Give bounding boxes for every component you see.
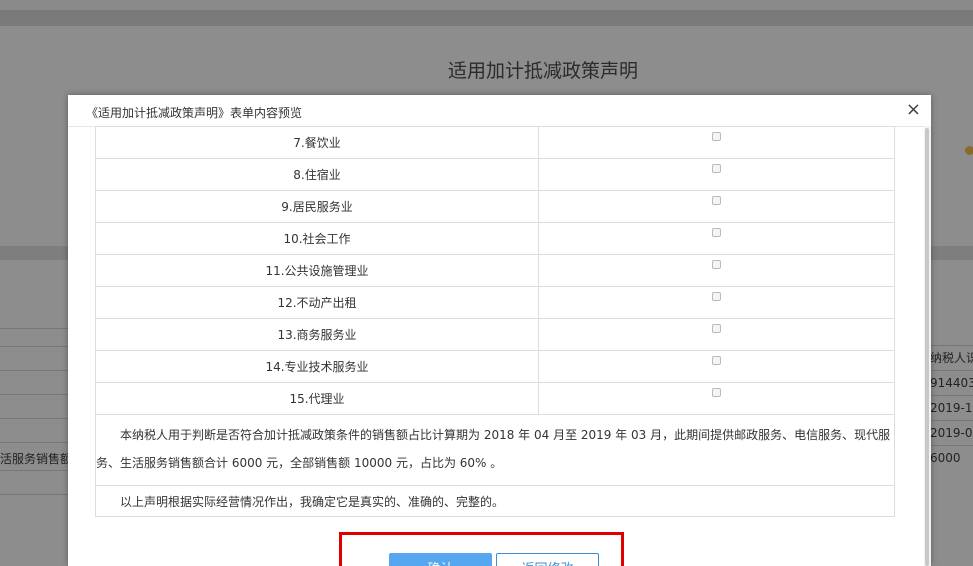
bg-top-strip <box>0 0 973 10</box>
bg-header-band <box>0 10 973 26</box>
industry-name: 7.餐饮业 <box>95 126 539 159</box>
industry-checkbox-cell <box>538 190 895 223</box>
industry-row: 9.居民服务业 <box>95 190 895 223</box>
industry-checkbox[interactable] <box>712 227 721 237</box>
industry-checkbox-cell <box>538 158 895 191</box>
close-icon[interactable]: × <box>906 100 921 120</box>
industry-checkbox[interactable] <box>712 291 721 301</box>
bg-right-cell: 9144030000 <box>930 370 973 395</box>
industry-checkbox-cell <box>538 318 895 351</box>
industry-checkbox-cell <box>538 222 895 255</box>
industry-name: 9.居民服务业 <box>95 190 539 223</box>
industry-checkbox[interactable] <box>712 323 721 333</box>
industry-checkbox[interactable] <box>712 355 721 365</box>
modal-header: 《适用加计抵减政策声明》表单内容预览 × <box>68 95 931 127</box>
industry-row: 14.专业技术服务业 <box>95 350 895 383</box>
page-title: 适用加计抵减政策声明 <box>448 60 639 82</box>
industry-checkbox-cell <box>538 382 895 415</box>
industry-name: 11.公共设施管理业 <box>95 254 539 287</box>
preview-modal: 《适用加计抵减政策声明》表单内容预览 × 7.餐饮业 8.住宿业 9.居民服务业 10… <box>68 95 931 566</box>
industry-checkbox-cell <box>538 286 895 319</box>
confirm-button[interactable]: 确认 <box>389 553 492 566</box>
industry-row: 15.代理业 <box>95 382 895 415</box>
bg-right-cell: 2019-03 <box>930 420 973 445</box>
bg-indicator-dot <box>965 146 973 155</box>
modal-body: 7.餐饮业 8.住宿业 9.居民服务业 10.社会工作 11.公共设施管理业 12.不动产… <box>68 126 931 566</box>
confirmation-text: 以上声明根据实际经营情况作出，我确定它是真实的、准确的、完整的。 <box>95 485 895 517</box>
industry-checkbox-cell <box>538 254 895 287</box>
industry-checkbox-cell <box>538 350 895 383</box>
industry-row: 11.公共设施管理业 <box>95 254 895 287</box>
scrollbar-thumb[interactable] <box>925 128 929 566</box>
statement-text: 本纳税人用于判断是否符合加计抵减政策条件的销售额占比计算期为 2018 年 04… <box>96 428 891 470</box>
industry-checkbox[interactable] <box>712 259 721 269</box>
industry-name: 8.住宿业 <box>95 158 539 191</box>
industry-name: 14.专业技术服务业 <box>95 350 539 383</box>
industry-checkbox[interactable] <box>712 163 721 173</box>
industry-checkbox[interactable] <box>712 131 721 141</box>
modal-title: 《适用加计抵减政策声明》表单内容预览 <box>86 106 303 120</box>
declaration-table: 7.餐饮业 8.住宿业 9.居民服务业 10.社会工作 11.公共设施管理业 12.不动产… <box>95 126 895 517</box>
industry-row: 12.不动产出租 <box>95 286 895 319</box>
confirmation-row: 以上声明根据实际经营情况作出，我确定它是真实的、准确的、完整的。 <box>95 485 895 517</box>
industry-name: 10.社会工作 <box>95 222 539 255</box>
bg-right-cell: 2019-12 <box>930 395 973 420</box>
industry-name: 13.商务服务业 <box>95 318 539 351</box>
industry-name: 15.代理业 <box>95 382 539 415</box>
bg-right-cells: 纳税人识别号/统一社会信用代码 9144030000 2019-12 2019-… <box>930 345 973 470</box>
statement-cell: 本纳税人用于判断是否符合加计抵减政策条件的销售额占比计算期为 2018 年 04… <box>95 414 895 486</box>
industry-checkbox[interactable] <box>712 195 721 205</box>
bg-right-cell: 纳税人识别号/统一社会信用代码 <box>930 345 973 370</box>
industry-row: 7.餐饮业 <box>95 126 895 159</box>
industry-row: 8.住宿业 <box>95 158 895 191</box>
back-to-edit-button[interactable]: 返回修改 <box>496 553 599 566</box>
bg-right-cell: 6000 <box>930 445 973 470</box>
bg-left-label: 活服务销售额 <box>0 452 73 466</box>
industry-checkbox-cell <box>538 126 895 159</box>
statement-row: 本纳税人用于判断是否符合加计抵减政策条件的销售额占比计算期为 2018 年 04… <box>95 414 895 486</box>
industry-checkbox[interactable] <box>712 387 721 397</box>
industry-name: 12.不动产出租 <box>95 286 539 319</box>
industry-row: 13.商务服务业 <box>95 318 895 351</box>
industry-row: 10.社会工作 <box>95 222 895 255</box>
